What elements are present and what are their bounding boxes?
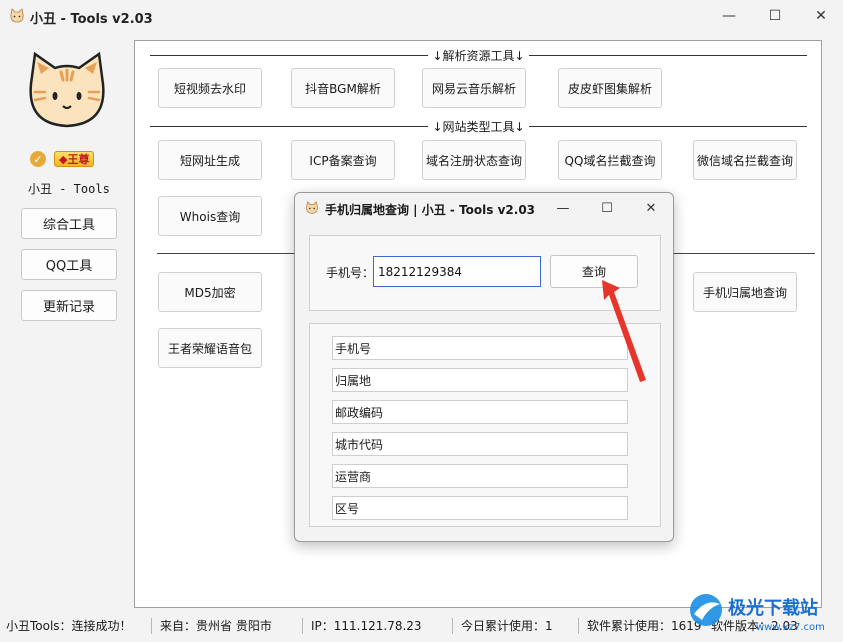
whois-button[interactable]: Whois查询	[158, 196, 262, 236]
section-parse-tools: ↓解析资源工具↓	[150, 48, 807, 63]
short-url-button[interactable]: 短网址生成	[158, 140, 262, 180]
status-ip: IP：111.121.78.23	[311, 619, 422, 633]
general-tools-button[interactable]: 综合工具	[21, 208, 117, 239]
pipixia-gallery-button[interactable]: 皮皮虾图集解析	[558, 68, 662, 108]
watermark-url: www.xz7.com	[756, 622, 825, 633]
dialog-minimize-button[interactable]: —	[543, 197, 583, 219]
watermark-text: 极光下载站	[728, 597, 818, 619]
phone-label: 手机号：	[326, 266, 375, 280]
window-title: 小丑 - Tools v2.03	[30, 12, 153, 27]
vip-badge: ◆ 王尊	[54, 151, 95, 167]
result-carrier-field[interactable]: 运营商	[332, 464, 628, 488]
query-panel: 手机号： 查询	[309, 235, 661, 311]
changelog-button[interactable]: 更新记录	[21, 290, 117, 321]
md5-button[interactable]: MD5加密	[158, 272, 262, 312]
verified-icon: ✓	[30, 151, 46, 167]
cat-avatar	[29, 51, 105, 128]
wechat-domain-block-button[interactable]: 微信域名拦截查询	[693, 140, 797, 180]
icp-query-button[interactable]: ICP备案查询	[291, 140, 395, 180]
site-watermark: 极光下载站 www.xz7.com	[690, 594, 825, 633]
phone-location-button[interactable]: 手机归属地查询	[693, 272, 797, 312]
query-button[interactable]: 查询	[550, 255, 638, 288]
close-button[interactable]: ✕	[798, 4, 843, 28]
result-phone-field[interactable]: 手机号	[332, 336, 628, 360]
result-postcode-field[interactable]: 邮政编码	[332, 400, 628, 424]
title-bar: 小丑 - Tools v2.03 — ☐ ✕	[0, 0, 843, 32]
user-badges: ✓ ◆ 王尊	[30, 151, 95, 167]
qq-domain-block-button[interactable]: QQ域名拦截查询	[558, 140, 662, 180]
result-panel: 手机号 归属地 邮政编码 城市代码 运营商 区号	[309, 323, 661, 527]
dialog-maximize-button[interactable]: ☐	[587, 197, 627, 219]
video-watermark-button[interactable]: 短视频去水印	[158, 68, 262, 108]
domain-status-button[interactable]: 域名注册状态查询	[422, 140, 526, 180]
netease-music-button[interactable]: 网易云音乐解析	[422, 68, 526, 108]
app-cat-icon	[10, 8, 24, 23]
status-today-usage: 今日累计使用：1	[461, 619, 553, 633]
username: 小丑 - Tools	[28, 182, 110, 196]
result-citycode-field[interactable]: 城市代码	[332, 432, 628, 456]
result-areacode-field[interactable]: 区号	[332, 496, 628, 520]
section-site-tools: ↓网站类型工具↓	[150, 119, 807, 134]
honor-of-kings-voice-button[interactable]: 王者荣耀语音包	[158, 328, 262, 368]
maximize-button[interactable]: ☐	[752, 4, 798, 28]
douyin-bgm-button[interactable]: 抖音BGM解析	[291, 68, 395, 108]
dialog-cat-icon	[306, 201, 318, 214]
qq-tools-button[interactable]: QQ工具	[21, 249, 117, 280]
minimize-button[interactable]: —	[706, 4, 752, 28]
status-origin: 来自：贵州省 贵阳市	[160, 619, 272, 633]
dialog-close-button[interactable]: ✕	[631, 197, 671, 219]
result-location-field[interactable]: 归属地	[332, 368, 628, 392]
status-connection: 小丑Tools：连接成功！	[6, 619, 132, 633]
phone-location-dialog: 手机归属地查询 | 小丑 - Tools v2.03 — ☐ ✕ 手机号： 查询…	[294, 192, 674, 542]
phone-input[interactable]	[373, 256, 541, 287]
dialog-title: 手机归属地查询 | 小丑 - Tools v2.03	[325, 203, 536, 217]
